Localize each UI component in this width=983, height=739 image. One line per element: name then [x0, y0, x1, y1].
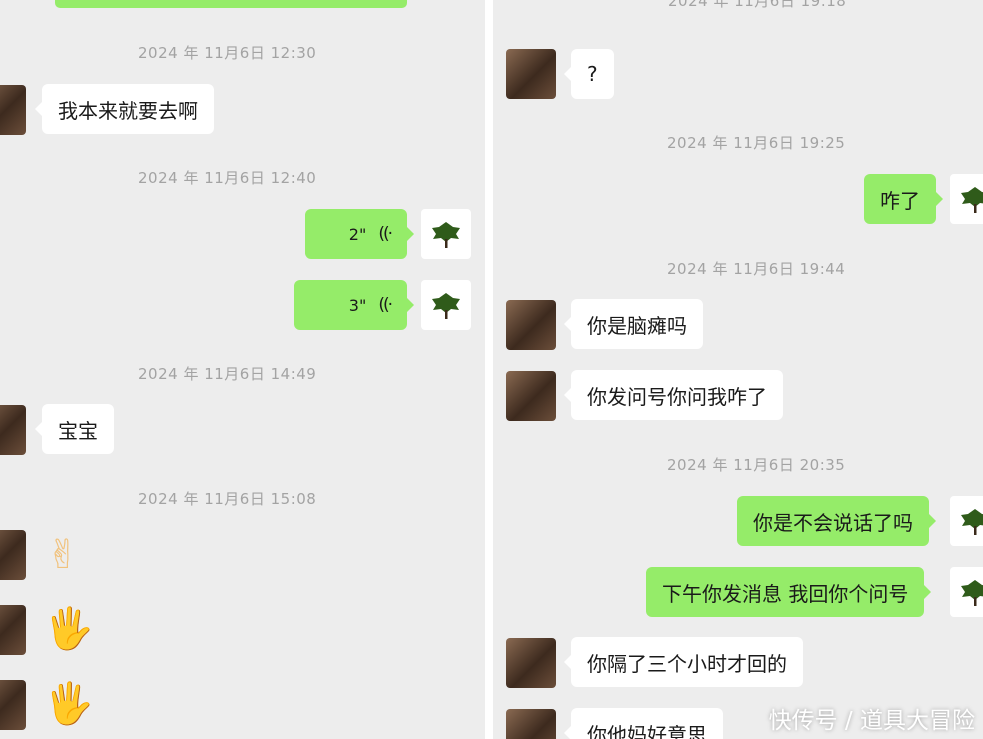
voice-duration: 3": [348, 295, 367, 315]
sent-bubble-cutoff[interactable]: [55, 0, 407, 8]
tree-icon: [961, 187, 983, 213]
tree-icon: [961, 580, 983, 606]
voice-duration: 2": [348, 224, 367, 244]
sent-message[interactable]: 你是不会说话了吗: [737, 496, 936, 546]
my-avatar[interactable]: [421, 209, 471, 259]
victory-hand-emoji[interactable]: ✌: [46, 531, 80, 579]
tree-icon: [432, 222, 460, 248]
timestamp: 2024 年 11月6日 20:35: [667, 456, 846, 474]
contact-avatar[interactable]: [506, 371, 556, 421]
timestamp: 2024 年 11月6日 12:40: [138, 169, 317, 187]
contact-avatar[interactable]: [0, 680, 26, 730]
tree-icon: [961, 509, 983, 535]
contact-avatar[interactable]: [0, 85, 26, 135]
my-avatar[interactable]: [950, 496, 983, 546]
sent-message[interactable]: 咋了: [864, 174, 943, 224]
watermark: 快传号 / 道具大冒险: [768, 708, 975, 734]
tree-icon: [432, 293, 460, 319]
raised-hand-emoji[interactable]: 🖐: [44, 605, 94, 653]
received-message[interactable]: 我本来就要去啊: [35, 84, 214, 134]
received-message[interactable]: 宝宝: [35, 404, 114, 454]
voice-wave-icon: ((·: [378, 295, 393, 315]
left-chat-panel: 2024 年 11月6日 12:30 我本来就要去啊 2024 年 11月6日 …: [0, 0, 485, 739]
received-message[interactable]: 你是脑瘫吗: [564, 299, 703, 349]
timestamp-cutoff: 2024 年 11月6日 19:18: [668, 0, 847, 10]
timestamp: 2024 年 11月6日 19:44: [667, 260, 846, 278]
contact-avatar[interactable]: [0, 530, 26, 580]
voice-wave-icon: ((·: [378, 224, 393, 244]
right-chat-panel: 2024 年 11月6日 19:18 ? 2024 年 11月6日 19:25 …: [493, 0, 983, 739]
contact-avatar[interactable]: [506, 709, 556, 739]
contact-avatar[interactable]: [0, 605, 26, 655]
my-avatar[interactable]: [950, 567, 983, 617]
received-message[interactable]: 你他妈好意思: [564, 708, 723, 739]
timestamp: 2024 年 11月6日 19:25: [667, 134, 846, 152]
raised-hand-emoji[interactable]: 🖐: [44, 680, 94, 728]
my-avatar[interactable]: [950, 174, 983, 224]
contact-avatar[interactable]: [0, 405, 26, 455]
sent-message[interactable]: 下午你发消息 我回你个问号: [646, 567, 932, 617]
timestamp: 2024 年 11月6日 15:08: [138, 490, 317, 508]
received-message[interactable]: 你发问号你问我咋了: [564, 370, 783, 420]
contact-avatar[interactable]: [506, 300, 556, 350]
received-message[interactable]: 你隔了三个小时才回的: [564, 637, 803, 687]
received-message[interactable]: ?: [564, 49, 614, 99]
voice-message[interactable]: 3" ((·: [294, 280, 414, 330]
contact-avatar[interactable]: [506, 49, 556, 99]
voice-message[interactable]: 2" ((·: [305, 209, 414, 259]
contact-avatar[interactable]: [506, 638, 556, 688]
timestamp: 2024 年 11月6日 12:30: [138, 44, 317, 62]
timestamp: 2024 年 11月6日 14:49: [138, 365, 317, 383]
my-avatar[interactable]: [421, 280, 471, 330]
